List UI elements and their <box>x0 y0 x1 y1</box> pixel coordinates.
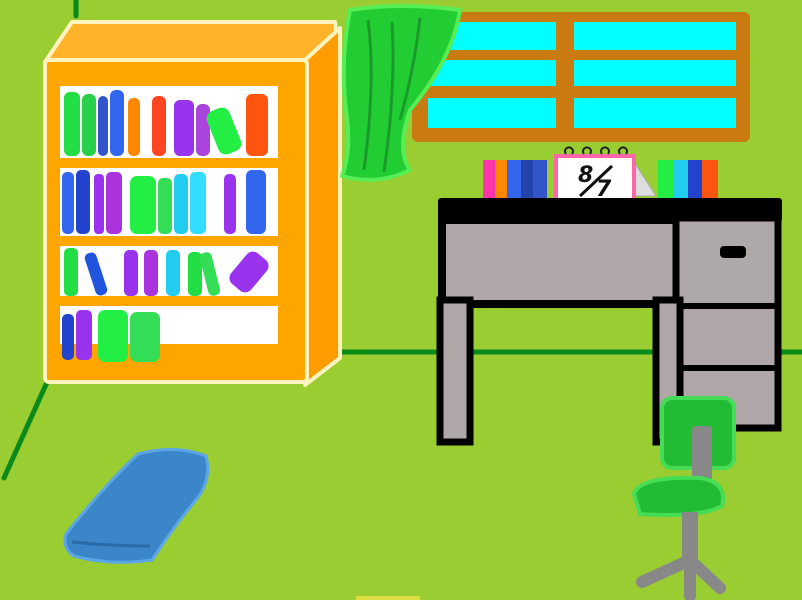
desk-front-panel <box>438 216 686 308</box>
calendar-month: 8 <box>578 163 593 188</box>
floor-item-edge <box>356 596 420 600</box>
drawer-handle <box>720 246 746 258</box>
chair-seat <box>631 475 725 517</box>
books-row-4 <box>62 310 160 362</box>
desk-left-leg <box>436 296 474 446</box>
window-pane <box>428 98 556 128</box>
window-pane <box>574 98 736 128</box>
desk-books-right[interactable] <box>658 160 718 198</box>
window[interactable] <box>412 12 750 142</box>
room-scene: 8 7 <box>0 0 802 600</box>
window-pane <box>574 22 736 50</box>
desk-drawer[interactable] <box>688 226 772 300</box>
desk-books-left[interactable] <box>483 160 547 198</box>
window-pane <box>428 60 556 86</box>
window-pane <box>574 60 736 86</box>
bookshelf[interactable] <box>43 20 342 387</box>
